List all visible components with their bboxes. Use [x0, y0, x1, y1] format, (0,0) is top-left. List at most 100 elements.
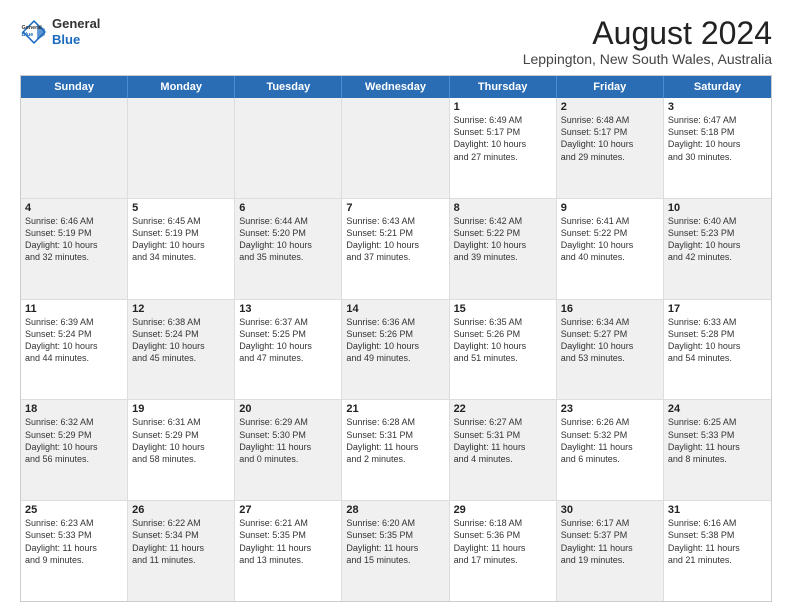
cell-info-1-2: Sunrise: 6:44 AM Sunset: 5:20 PM Dayligh…	[239, 215, 337, 264]
cell-info-4-0: Sunrise: 6:23 AM Sunset: 5:33 PM Dayligh…	[25, 517, 123, 566]
cell-info-2-1: Sunrise: 6:38 AM Sunset: 5:24 PM Dayligh…	[132, 316, 230, 365]
day-num-1-3: 7	[346, 202, 444, 214]
day-num-4-1: 26	[132, 504, 230, 516]
title-block: August 2024 Leppington, New South Wales,…	[523, 16, 772, 67]
cal-cell-2-1: 12Sunrise: 6:38 AM Sunset: 5:24 PM Dayli…	[128, 300, 235, 400]
day-num-4-0: 25	[25, 504, 123, 516]
cal-row-2: 11Sunrise: 6:39 AM Sunset: 5:24 PM Dayli…	[21, 299, 771, 400]
day-num-3-0: 18	[25, 403, 123, 415]
cell-info-4-2: Sunrise: 6:21 AM Sunset: 5:35 PM Dayligh…	[239, 517, 337, 566]
day-num-3-2: 20	[239, 403, 337, 415]
logo-text-blue: Blue	[52, 32, 100, 48]
day-num-3-4: 22	[454, 403, 552, 415]
day-num-3-6: 24	[668, 403, 767, 415]
cal-cell-2-2: 13Sunrise: 6:37 AM Sunset: 5:25 PM Dayli…	[235, 300, 342, 400]
cal-cell-1-4: 8Sunrise: 6:42 AM Sunset: 5:22 PM Daylig…	[450, 199, 557, 299]
cell-info-2-2: Sunrise: 6:37 AM Sunset: 5:25 PM Dayligh…	[239, 316, 337, 365]
cell-info-3-6: Sunrise: 6:25 AM Sunset: 5:33 PM Dayligh…	[668, 416, 767, 465]
logo-icon: General Blue	[20, 18, 48, 46]
day-num-2-5: 16	[561, 303, 659, 315]
day-num-4-4: 29	[454, 504, 552, 516]
header-friday: Friday	[557, 76, 664, 98]
cell-info-2-3: Sunrise: 6:36 AM Sunset: 5:26 PM Dayligh…	[346, 316, 444, 365]
cal-cell-0-1	[128, 98, 235, 198]
cal-cell-4-2: 27Sunrise: 6:21 AM Sunset: 5:35 PM Dayli…	[235, 501, 342, 601]
cal-cell-1-0: 4Sunrise: 6:46 AM Sunset: 5:19 PM Daylig…	[21, 199, 128, 299]
cell-info-3-2: Sunrise: 6:29 AM Sunset: 5:30 PM Dayligh…	[239, 416, 337, 465]
page: General Blue General Blue August 2024 Le…	[0, 0, 792, 612]
cell-info-1-4: Sunrise: 6:42 AM Sunset: 5:22 PM Dayligh…	[454, 215, 552, 264]
day-num-0-6: 3	[668, 101, 767, 113]
svg-text:Blue: Blue	[22, 31, 34, 37]
cell-info-1-1: Sunrise: 6:45 AM Sunset: 5:19 PM Dayligh…	[132, 215, 230, 264]
cal-cell-0-6: 3Sunrise: 6:47 AM Sunset: 5:18 PM Daylig…	[664, 98, 771, 198]
cal-cell-3-0: 18Sunrise: 6:32 AM Sunset: 5:29 PM Dayli…	[21, 400, 128, 500]
cal-cell-1-6: 10Sunrise: 6:40 AM Sunset: 5:23 PM Dayli…	[664, 199, 771, 299]
day-num-2-4: 15	[454, 303, 552, 315]
cell-info-1-0: Sunrise: 6:46 AM Sunset: 5:19 PM Dayligh…	[25, 215, 123, 264]
cal-cell-4-4: 29Sunrise: 6:18 AM Sunset: 5:36 PM Dayli…	[450, 501, 557, 601]
header-wednesday: Wednesday	[342, 76, 449, 98]
cal-cell-3-5: 23Sunrise: 6:26 AM Sunset: 5:32 PM Dayli…	[557, 400, 664, 500]
cell-info-4-4: Sunrise: 6:18 AM Sunset: 5:36 PM Dayligh…	[454, 517, 552, 566]
calendar: Sunday Monday Tuesday Wednesday Thursday…	[20, 75, 772, 602]
logo-text-general: General	[52, 16, 100, 32]
cell-info-3-0: Sunrise: 6:32 AM Sunset: 5:29 PM Dayligh…	[25, 416, 123, 465]
cal-cell-2-0: 11Sunrise: 6:39 AM Sunset: 5:24 PM Dayli…	[21, 300, 128, 400]
cell-info-2-4: Sunrise: 6:35 AM Sunset: 5:26 PM Dayligh…	[454, 316, 552, 365]
cell-info-2-5: Sunrise: 6:34 AM Sunset: 5:27 PM Dayligh…	[561, 316, 659, 365]
cal-cell-4-3: 28Sunrise: 6:20 AM Sunset: 5:35 PM Dayli…	[342, 501, 449, 601]
cal-cell-2-6: 17Sunrise: 6:33 AM Sunset: 5:28 PM Dayli…	[664, 300, 771, 400]
cal-cell-1-3: 7Sunrise: 6:43 AM Sunset: 5:21 PM Daylig…	[342, 199, 449, 299]
header-tuesday: Tuesday	[235, 76, 342, 98]
day-num-0-4: 1	[454, 101, 552, 113]
header-saturday: Saturday	[664, 76, 771, 98]
cal-row-1: 4Sunrise: 6:46 AM Sunset: 5:19 PM Daylig…	[21, 198, 771, 299]
day-num-4-6: 31	[668, 504, 767, 516]
location: Leppington, New South Wales, Australia	[523, 51, 772, 67]
day-num-4-5: 30	[561, 504, 659, 516]
day-num-1-4: 8	[454, 202, 552, 214]
header-sunday: Sunday	[21, 76, 128, 98]
day-num-3-3: 21	[346, 403, 444, 415]
day-num-4-3: 28	[346, 504, 444, 516]
cell-info-2-6: Sunrise: 6:33 AM Sunset: 5:28 PM Dayligh…	[668, 316, 767, 365]
day-num-1-0: 4	[25, 202, 123, 214]
header-thursday: Thursday	[450, 76, 557, 98]
calendar-body: 1Sunrise: 6:49 AM Sunset: 5:17 PM Daylig…	[21, 98, 771, 601]
cal-cell-1-1: 5Sunrise: 6:45 AM Sunset: 5:19 PM Daylig…	[128, 199, 235, 299]
cal-cell-3-2: 20Sunrise: 6:29 AM Sunset: 5:30 PM Dayli…	[235, 400, 342, 500]
svg-text:General: General	[22, 24, 43, 30]
cal-cell-2-5: 16Sunrise: 6:34 AM Sunset: 5:27 PM Dayli…	[557, 300, 664, 400]
month-title: August 2024	[523, 16, 772, 51]
day-num-2-1: 12	[132, 303, 230, 315]
cal-cell-3-3: 21Sunrise: 6:28 AM Sunset: 5:31 PM Dayli…	[342, 400, 449, 500]
day-num-1-6: 10	[668, 202, 767, 214]
calendar-header: Sunday Monday Tuesday Wednesday Thursday…	[21, 76, 771, 98]
cal-row-0: 1Sunrise: 6:49 AM Sunset: 5:17 PM Daylig…	[21, 98, 771, 198]
cell-info-1-6: Sunrise: 6:40 AM Sunset: 5:23 PM Dayligh…	[668, 215, 767, 264]
cal-cell-0-3	[342, 98, 449, 198]
cell-info-3-4: Sunrise: 6:27 AM Sunset: 5:31 PM Dayligh…	[454, 416, 552, 465]
cal-cell-2-3: 14Sunrise: 6:36 AM Sunset: 5:26 PM Dayli…	[342, 300, 449, 400]
header: General Blue General Blue August 2024 Le…	[20, 16, 772, 67]
logo: General Blue General Blue	[20, 16, 100, 47]
day-num-0-5: 2	[561, 101, 659, 113]
cal-cell-4-5: 30Sunrise: 6:17 AM Sunset: 5:37 PM Dayli…	[557, 501, 664, 601]
day-num-2-2: 13	[239, 303, 337, 315]
cal-row-4: 25Sunrise: 6:23 AM Sunset: 5:33 PM Dayli…	[21, 500, 771, 601]
cal-cell-1-2: 6Sunrise: 6:44 AM Sunset: 5:20 PM Daylig…	[235, 199, 342, 299]
day-num-2-6: 17	[668, 303, 767, 315]
cell-info-1-5: Sunrise: 6:41 AM Sunset: 5:22 PM Dayligh…	[561, 215, 659, 264]
cal-row-3: 18Sunrise: 6:32 AM Sunset: 5:29 PM Dayli…	[21, 399, 771, 500]
cell-info-0-4: Sunrise: 6:49 AM Sunset: 5:17 PM Dayligh…	[454, 114, 552, 163]
cell-info-3-3: Sunrise: 6:28 AM Sunset: 5:31 PM Dayligh…	[346, 416, 444, 465]
cal-cell-0-0	[21, 98, 128, 198]
day-num-3-5: 23	[561, 403, 659, 415]
cal-cell-3-4: 22Sunrise: 6:27 AM Sunset: 5:31 PM Dayli…	[450, 400, 557, 500]
cal-cell-0-4: 1Sunrise: 6:49 AM Sunset: 5:17 PM Daylig…	[450, 98, 557, 198]
cell-info-0-6: Sunrise: 6:47 AM Sunset: 5:18 PM Dayligh…	[668, 114, 767, 163]
cal-cell-3-6: 24Sunrise: 6:25 AM Sunset: 5:33 PM Dayli…	[664, 400, 771, 500]
day-num-1-5: 9	[561, 202, 659, 214]
cell-info-3-5: Sunrise: 6:26 AM Sunset: 5:32 PM Dayligh…	[561, 416, 659, 465]
